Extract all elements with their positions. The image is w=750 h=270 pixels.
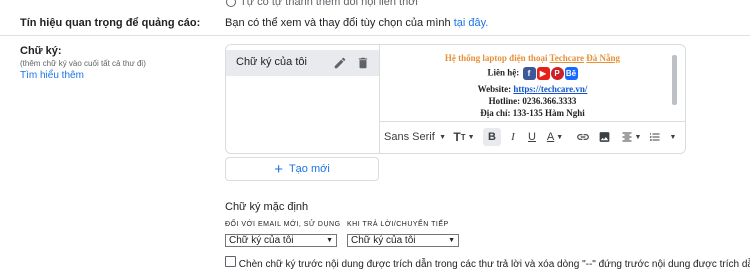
font-size-icon[interactable]: T T ▼ — [452, 128, 476, 146]
new-email-label: ĐỐI VỚI EMAIL MỚI, SỬ DỤNG — [225, 221, 341, 228]
ad-signals-link[interactable]: tại đây. — [454, 17, 489, 29]
text-color-icon[interactable]: A ▼ — [544, 128, 566, 146]
youtube-icon[interactable]: ▶ — [536, 67, 550, 80]
address-value: 133-135 Hàm Nghi — [512, 108, 585, 118]
font-select-label: Sans Serif — [384, 131, 435, 143]
behance-icon[interactable]: Bē — [564, 67, 578, 80]
ad-signals-title: Tín hiệu quan trọng để quảng cáo: — [20, 17, 201, 29]
plus-icon: + — [274, 160, 283, 178]
website-line: Website: https://techcare.vn/ — [380, 84, 685, 94]
signature-item[interactable]: Chữ ký của tôi — [226, 50, 379, 76]
signature-headline: Hệ thống laptop điện thoại Techcare Đà N… — [380, 53, 685, 63]
hotline-value: 0236.366.3333 — [522, 96, 577, 106]
top-cut-text: Tự có tự thanh thêm đối nội liên thời — [240, 0, 418, 8]
signature-title: Chữ ký: — [20, 45, 62, 57]
reply-select-value: Chữ ký của tôi — [351, 235, 416, 246]
image-icon[interactable] — [598, 128, 611, 146]
top-cut-option[interactable]: Tự có tự thanh thêm đối nội liên thời — [226, 0, 418, 8]
new-email-select-value: Chữ ký của tôi — [229, 235, 294, 246]
ad-signals-text: Bạn có thể xem và thay đổi tùy chọn của … — [225, 17, 488, 29]
font-select[interactable]: Sans Serif ▼ — [384, 128, 446, 146]
align-icon[interactable]: ▼ — [620, 128, 642, 146]
signature-editor[interactable]: Hệ thống laptop điện thoại Techcare Đà N… — [380, 45, 685, 153]
ad-signals-desc: Bạn có thể xem và thay đổi tùy chọn của … — [225, 17, 451, 29]
headline-prefix: Hệ thống laptop điện thoại — [444, 53, 548, 63]
hotline-label: Hotline: — [488, 96, 521, 106]
numbered-list-icon[interactable] — [646, 128, 664, 146]
learn-more-link[interactable]: Tìm hiểu thêm — [20, 70, 84, 81]
signature-content[interactable]: Hệ thống laptop điện thoại Techcare Đà N… — [380, 45, 685, 121]
chevron-down-icon: ▼ — [326, 237, 333, 244]
radio-icon[interactable] — [226, 0, 236, 8]
headline-city: Đà Nẵng — [586, 53, 621, 63]
headline-brand: Techcare — [549, 53, 585, 63]
checkbox-icon[interactable] — [225, 256, 236, 267]
divider — [0, 35, 750, 36]
editor-scrollbar[interactable] — [672, 55, 677, 105]
signature-box: Chữ ký của tôi Hệ thống laptop điện thoạ… — [225, 44, 686, 154]
contact-line: Liên hệ: f ▶ P Bē — [380, 67, 685, 80]
signature-subtitle: (thêm chữ ký vào cuối tất cả thư đi) — [20, 59, 146, 68]
website-link[interactable]: https://techcare.vn/ — [513, 84, 587, 94]
edit-icon[interactable] — [333, 56, 347, 70]
delete-icon[interactable] — [356, 56, 370, 70]
reply-label: KHI TRẢ LỜI/CHUYỂN TIẾP — [347, 221, 449, 228]
italic-icon[interactable]: I — [505, 128, 521, 146]
contact-label: Liên hệ: — [487, 67, 520, 78]
default-signature-title: Chữ ký mặc định — [225, 201, 309, 213]
create-new-button[interactable]: + Tạo mới — [225, 157, 379, 181]
signature-item-label: Chữ ký của tôi — [236, 56, 307, 68]
address-label: Địa chỉ: — [480, 108, 511, 118]
more-options-icon[interactable]: ▼ — [668, 128, 678, 146]
bold-icon[interactable]: B — [483, 128, 501, 146]
underline-icon[interactable]: U — [524, 128, 540, 146]
new-email-select[interactable]: Chữ ký của tôi ▼ — [225, 234, 337, 247]
reply-select[interactable]: Chữ ký của tôi ▼ — [347, 234, 459, 247]
pinterest-icon[interactable]: P — [550, 67, 564, 80]
website-label: Website: — [477, 84, 512, 94]
signature-list: Chữ ký của tôi — [226, 45, 380, 153]
address-line: Địa chỉ: 133-135 Hàm Nghi — [380, 108, 685, 118]
hotline-line: Hotline: 0236.366.3333 — [380, 96, 685, 106]
link-icon[interactable] — [576, 128, 590, 146]
create-new-label: Tạo mới — [288, 163, 330, 175]
quote-checkbox-row[interactable]: Chèn chữ ký trước nội dung được trích dẫ… — [225, 256, 750, 270]
quote-checkbox-label: Chèn chữ ký trước nội dung được trích dẫ… — [238, 259, 750, 270]
facebook-icon[interactable]: f — [522, 67, 536, 80]
chevron-down-icon: ▼ — [448, 237, 455, 244]
format-toolbar: Sans Serif ▼ T T ▼ B I U A ▼ ▼ ▼ — [380, 121, 685, 153]
chevron-down-icon: ▼ — [439, 133, 446, 141]
